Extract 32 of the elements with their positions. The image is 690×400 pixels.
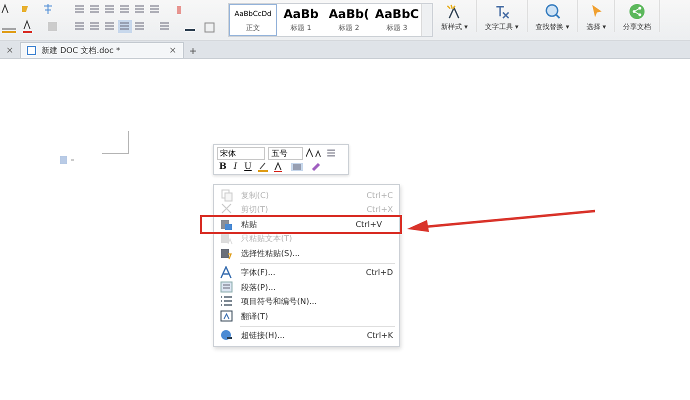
- menu-item[interactable]: 超链接(H)... Ctrl+K: [214, 328, 399, 343]
- clipboard-icon: [220, 232, 233, 246]
- tab-title: 新建 DOC 文档.doc *: [42, 45, 122, 56]
- menu-item[interactable]: 项目符号和编号(N)...: [214, 294, 399, 309]
- document-tab[interactable]: ×: [0, 43, 20, 58]
- letter-a-icon: [220, 266, 233, 280]
- clipboard-icon: [220, 246, 233, 260]
- close-button[interactable]: ×: [169, 46, 177, 56]
- close-button[interactable]: ×: [6, 46, 14, 56]
- bold-button[interactable]: B: [217, 162, 229, 172]
- menu-item[interactable]: 选择性粘贴(S)...: [214, 246, 399, 260]
- translate-icon: [220, 310, 233, 323]
- gallery-scrollbar[interactable]: [421, 4, 432, 36]
- font-dropdown[interactable]: 宋体: [217, 146, 266, 160]
- document-tab[interactable]: 新建 DOC 文档.doc * ×: [20, 42, 184, 58]
- paste-options-icon[interactable]: [60, 156, 76, 164]
- underline-button[interactable]: U: [242, 162, 254, 172]
- new-tab-button[interactable]: +: [184, 43, 203, 58]
- document-icon: [26, 46, 36, 55]
- menu-item[interactable]: 粘贴 Ctrl+V: [202, 217, 400, 232]
- share-icon: [628, 3, 646, 20]
- menu-item[interactable]: 翻译(T): [214, 309, 399, 324]
- paragraph-icon: [220, 280, 233, 294]
- clipboard-icon: [220, 218, 233, 231]
- copy-icon: [220, 188, 233, 202]
- margin-corner-mark: [102, 131, 129, 154]
- list-icon: [220, 295, 233, 308]
- font-size-dropdown[interactable]: 五号: [268, 146, 304, 160]
- italic-button[interactable]: I: [232, 162, 240, 172]
- menu-item[interactable]: 段落(P)...: [214, 280, 399, 294]
- search-icon: [543, 3, 562, 20]
- menu-item[interactable]: 字体(F)... Ctrl+D: [214, 266, 399, 280]
